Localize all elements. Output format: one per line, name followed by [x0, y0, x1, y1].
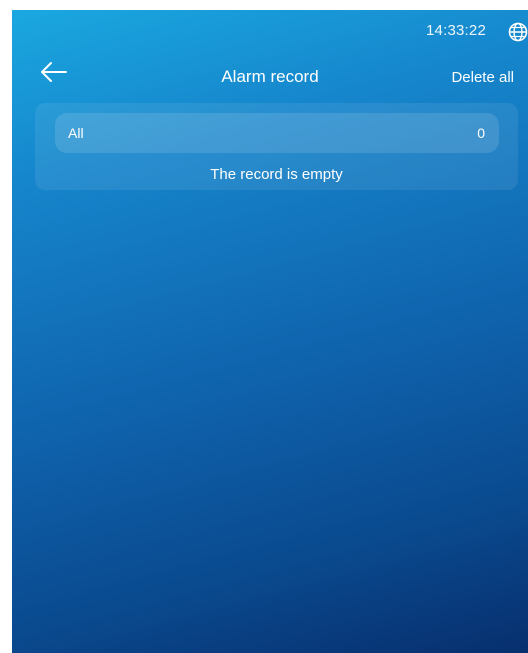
- filter-all-row[interactable]: All 0: [55, 113, 499, 153]
- delete-all-button[interactable]: Delete all: [451, 69, 514, 86]
- header: Alarm record Delete all: [12, 54, 528, 94]
- status-time: 14:33:22: [426, 22, 486, 39]
- record-panel: All 0 The record is empty: [35, 103, 518, 190]
- filter-count: 0: [477, 125, 485, 141]
- status-bar: 14:33:22: [12, 10, 528, 50]
- empty-record-message: The record is empty: [210, 166, 343, 183]
- filter-label: All: [68, 125, 84, 141]
- globe-icon: [508, 22, 528, 42]
- alarm-record-screen: 14:33:22 Alarm record Delete all All 0 T…: [12, 10, 528, 653]
